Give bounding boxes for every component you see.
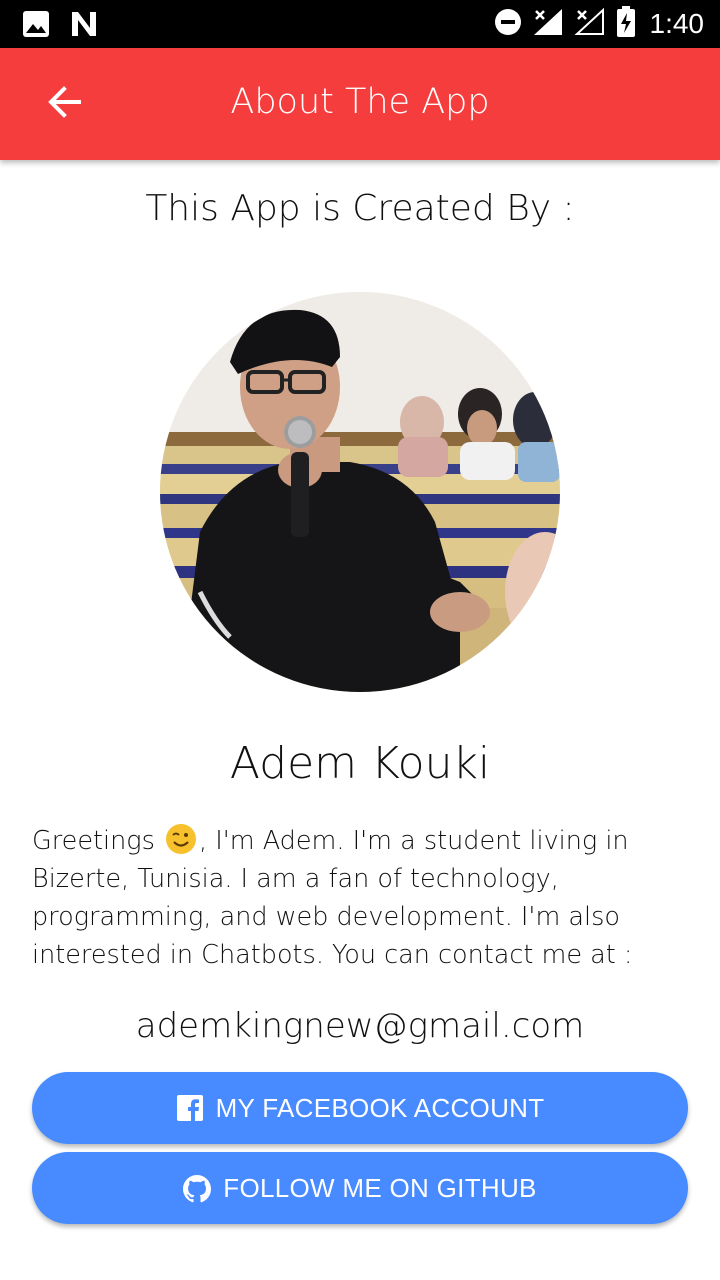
avatar <box>160 292 560 692</box>
do-not-disturb-icon <box>494 8 522 40</box>
battery-charging-icon <box>616 6 636 42</box>
bio-text: Greetings , I'm Adem. I'm a student livi… <box>32 822 692 974</box>
facebook-button-label: MY FACEBOOK ACCOUNT <box>215 1092 545 1123</box>
github-icon <box>183 1174 212 1203</box>
github-button[interactable]: FOLLOW ME ON GITHUB <box>32 1152 688 1224</box>
image-icon <box>22 10 50 42</box>
signal-x-outline-icon <box>573 7 606 41</box>
status-bar: 1:40 <box>0 0 720 48</box>
facebook-icon <box>176 1094 204 1122</box>
signal-x-icon <box>532 7 564 41</box>
bio-text-start: Greetings <box>32 826 163 856</box>
github-button-label: FOLLOW ME ON GITHUB <box>223 1172 537 1203</box>
email-text: ademkingnew@gmail.com <box>135 1006 585 1046</box>
status-time: 1:40 <box>649 8 705 39</box>
created-by-heading: This App is Created By : <box>145 188 575 229</box>
page-title: About The App <box>230 82 490 122</box>
n-icon <box>70 10 98 42</box>
app-bar: About The App <box>0 48 720 160</box>
wink-emoji-icon <box>165 823 197 855</box>
author-name: Adem Kouki <box>229 738 491 789</box>
facebook-button[interactable]: MY FACEBOOK ACCOUNT <box>32 1072 688 1144</box>
